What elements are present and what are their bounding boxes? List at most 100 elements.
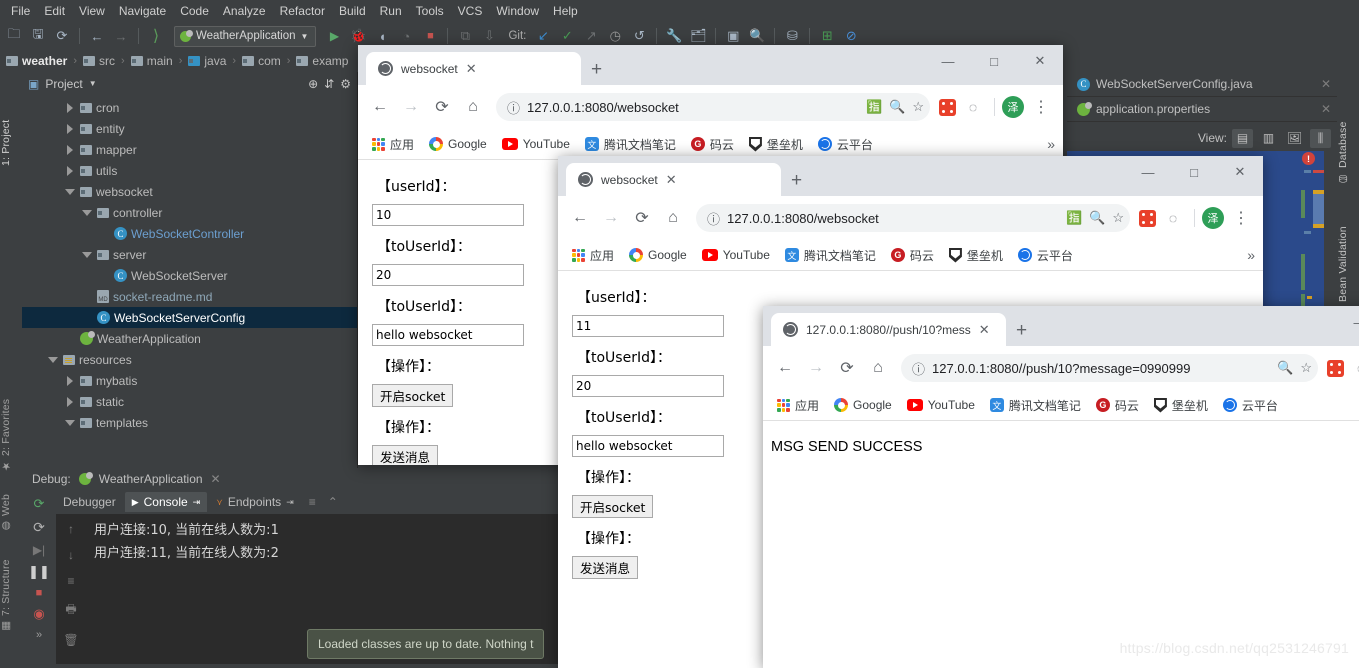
back-icon[interactable]: ←	[86, 25, 108, 47]
home-icon[interactable]: ⌂	[864, 354, 892, 382]
new-tab-button[interactable]: +	[591, 59, 602, 81]
resume-icon[interactable]: ▶|	[33, 543, 45, 557]
extension-circle-icon[interactable]: ◌	[959, 93, 987, 121]
send-message-button[interactable]: 发送消息	[372, 445, 439, 465]
git-history-icon[interactable]: ◷	[604, 25, 626, 47]
sidebar-item-database[interactable]: ⛁ Database	[1337, 76, 1349, 188]
editor-tab-application[interactable]: application.properties ✕	[1067, 97, 1337, 122]
database-icon[interactable]: ⛁	[781, 25, 803, 47]
breadcrumb-item-main[interactable]: main	[129, 54, 175, 68]
monitor-icon[interactable]: ⊞	[816, 25, 838, 47]
error-count-badge[interactable]: !	[1302, 152, 1315, 165]
forward-icon[interactable]: →	[802, 354, 830, 382]
new-tab-button[interactable]: +	[791, 170, 802, 192]
layout-settings-icon[interactable]: ≡	[309, 495, 316, 509]
editor-tab-websocketserverconfig[interactable]: C WebSocketServerConfig.java ✕	[1067, 72, 1337, 97]
chevron-down-icon[interactable]	[82, 249, 93, 260]
close-window-button[interactable]: ✕	[1217, 156, 1263, 188]
home-icon[interactable]: ⌂	[659, 204, 687, 232]
compile-icon[interactable]: ⟩	[145, 25, 167, 47]
maximize-button[interactable]: □	[971, 45, 1017, 77]
forward-icon[interactable]: →	[110, 25, 132, 47]
zoom-out-icon[interactable]: 🔍	[1277, 360, 1293, 376]
translate-icon[interactable]: 🈯	[1066, 210, 1082, 226]
bookmark-gitee[interactable]: G 码云	[685, 133, 740, 156]
tree-node-resources[interactable]: resources	[22, 349, 357, 370]
gear-icon[interactable]: ⚙	[340, 77, 351, 91]
tree-node-server[interactable]: server	[22, 244, 357, 265]
bookmark-google[interactable]: Google	[423, 134, 493, 154]
bookmark-apps-grid[interactable]: 应用	[366, 133, 420, 156]
bookmark-tencent-docs[interactable]: 文腾讯文档笔记	[779, 244, 882, 267]
tree-node-websocket[interactable]: websocket	[22, 181, 357, 202]
no-entry-icon[interactable]: ⊘	[840, 25, 862, 47]
view-columns-button[interactable]: ⫼	[1310, 128, 1331, 148]
bookmark-cloud-platform[interactable]: 云平台	[1217, 394, 1284, 417]
update-app-icon[interactable]: ⧉	[454, 25, 476, 47]
menu-item-build[interactable]: Build	[332, 2, 373, 20]
bookmark-tencent-docs[interactable]: 文腾讯文档笔记	[579, 133, 682, 156]
minimize-panel-icon[interactable]: ⌃	[328, 495, 338, 509]
pin-tab-icon[interactable]: ⇥	[193, 497, 201, 508]
close-tab-icon[interactable]: ✕	[666, 172, 677, 188]
run-with-coverage-icon[interactable]: ◖	[371, 25, 393, 47]
open-socket-button[interactable]: 开启socket	[372, 384, 454, 407]
pin-tab-icon[interactable]: ⇥	[286, 497, 294, 508]
bookmark-apps-grid[interactable]: 应用	[566, 244, 620, 267]
bookmark-youtube[interactable]: YouTube	[496, 134, 576, 154]
bookmark-google[interactable]: Google	[623, 245, 693, 265]
chevron-right-icon[interactable]	[65, 396, 76, 407]
tree-node-socket-readme-md[interactable]: MD socket-readme.md	[22, 286, 357, 307]
minimize-button[interactable]: —	[1125, 156, 1171, 188]
save-all-icon[interactable]: 🖫	[27, 25, 49, 47]
sidebar-item-structure[interactable]: ▦ 7: Structure	[0, 532, 12, 632]
zoom-out-icon[interactable]: 🔍	[1089, 210, 1105, 226]
menu-item-edit[interactable]: Edit	[37, 2, 72, 20]
scroll-down-icon[interactable]: ↓	[68, 548, 74, 562]
sync-icon[interactable]: ⟳	[51, 25, 73, 47]
tree-node-templates[interactable]: templates	[22, 412, 357, 433]
chevron-down-icon[interactable]	[65, 417, 76, 428]
bookmark-tencent-docs[interactable]: 文腾讯文档笔记	[984, 394, 1087, 417]
bookmark-apps-grid[interactable]: 应用	[771, 394, 825, 417]
chevron-down-icon[interactable]	[65, 186, 76, 197]
close-tab-icon[interactable]: ✕	[466, 61, 477, 77]
view-text-button[interactable]: ▤	[1232, 128, 1253, 148]
chevron-right-icon[interactable]	[65, 144, 76, 155]
breadcrumb-item-src[interactable]: src	[81, 54, 117, 68]
touserid-input[interactable]: 20	[372, 264, 524, 286]
profile-icon[interactable]: ◔	[395, 25, 417, 47]
address-bar[interactable]: ⓘ 127.0.0.1:8080//push/10?message=099099…	[901, 354, 1318, 382]
pause-icon[interactable]: ❚❚	[28, 564, 50, 580]
tree-node-weatherapplication[interactable]: WeatherApplication	[22, 328, 357, 349]
extension-circle-icon[interactable]: ◌	[1159, 204, 1187, 232]
scroll-up-icon[interactable]: ↑	[68, 522, 74, 536]
bookmark-youtube[interactable]: YouTube	[901, 395, 981, 415]
settings-wrench-icon[interactable]: 🔧	[663, 25, 685, 47]
scroll-from-source-icon[interactable]: ⊕	[308, 77, 318, 91]
git-push-icon[interactable]: ↗	[580, 25, 602, 47]
clear-all-icon[interactable]: 🗑	[63, 633, 78, 647]
address-bar[interactable]: ⓘ 127.0.0.1:8080/websocket 🈯 🔍 ☆	[496, 93, 930, 121]
extension-dice-icon[interactable]	[1139, 209, 1156, 227]
tree-node-cron[interactable]: cron	[22, 97, 357, 118]
bookmark-gitee[interactable]: G 码云	[1090, 394, 1145, 417]
close-icon[interactable]: ✕	[211, 472, 221, 486]
reload-icon[interactable]: ⟳	[428, 93, 456, 121]
rerun-icon[interactable]: ⟳	[34, 496, 45, 512]
close-tab-icon[interactable]: ✕	[979, 322, 990, 338]
debug-tab-endpoints[interactable]: ⋎ Endpoints ⇥	[209, 492, 301, 512]
sidebar-item-favorites[interactable]: ★ 2: Favorites	[0, 380, 12, 472]
browser-window-3[interactable]: 127.0.0.1:8080//push/10?mess ✕ + — ← → ⟳…	[763, 306, 1359, 668]
debug-icon[interactable]: 🐞	[347, 25, 369, 47]
extension-dice-icon[interactable]	[939, 98, 956, 116]
menu-item-vcs[interactable]: VCS	[451, 2, 490, 20]
maximize-button[interactable]: □	[1171, 156, 1217, 188]
touserid-input[interactable]: 20	[572, 375, 724, 397]
menu-item-refactor[interactable]: Refactor	[273, 2, 332, 20]
stop-icon[interactable]: ■	[36, 587, 43, 599]
chevron-right-icon[interactable]	[65, 102, 76, 113]
forward-icon[interactable]: →	[597, 204, 625, 232]
view-breakpoints-icon[interactable]: ◉	[33, 606, 44, 622]
stop-icon[interactable]: ■	[419, 25, 441, 47]
